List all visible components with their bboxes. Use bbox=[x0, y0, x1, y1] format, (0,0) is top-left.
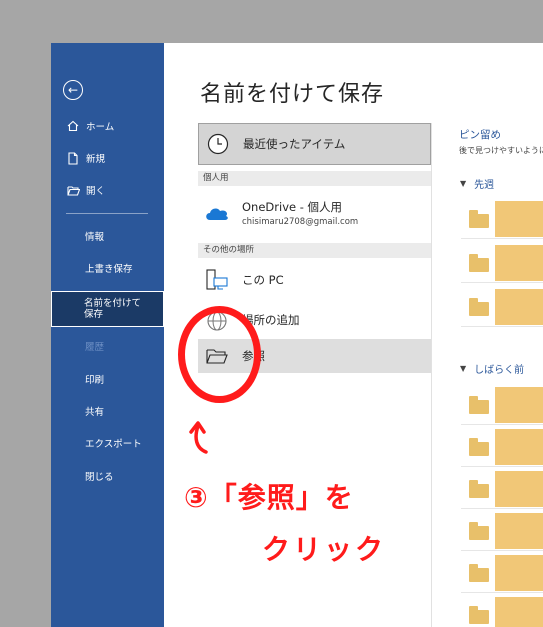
annotation-text-line1: ③「参照」を bbox=[184, 481, 354, 514]
recent-folder-row[interactable] bbox=[461, 469, 543, 509]
folder-name-redacted bbox=[495, 597, 543, 627]
pinned-title: ピン留め bbox=[459, 129, 501, 141]
sidebar-item-history: 履歴 bbox=[51, 335, 164, 357]
cloud-icon bbox=[204, 200, 230, 226]
computer-icon bbox=[204, 267, 230, 293]
sidebar-item-label: 情報 bbox=[85, 232, 105, 243]
sidebar-item-label: 開く bbox=[86, 186, 106, 197]
sidebar-item-label: 新規 bbox=[86, 154, 106, 165]
caret-down-icon: ▼ bbox=[460, 179, 467, 188]
sidebar-item-label: ホーム bbox=[86, 122, 115, 133]
location-label: OneDrive - 個人用 bbox=[242, 200, 343, 214]
folder-icon bbox=[469, 564, 489, 582]
page-title: 名前を付けて保存 bbox=[200, 82, 385, 107]
group-label: 先週 bbox=[474, 180, 495, 191]
location-onedrive[interactable]: OneDrive - 個人用 chisimaru2708@gmail.com bbox=[198, 195, 431, 231]
folder-name-redacted bbox=[495, 201, 543, 237]
recent-folder-row[interactable] bbox=[461, 595, 543, 627]
folder-icon bbox=[469, 438, 489, 456]
folder-name-redacted bbox=[495, 471, 543, 507]
sidebar-item-open[interactable]: 開く bbox=[51, 179, 164, 201]
folder-name-redacted bbox=[495, 289, 543, 325]
account-email: chisimaru2708@gmail.com bbox=[242, 217, 359, 227]
group-label: しばらく前 bbox=[474, 365, 525, 376]
location-recent[interactable]: 最近使ったアイテム bbox=[198, 123, 431, 165]
panel-divider bbox=[431, 123, 432, 627]
location-this-pc[interactable]: この PC bbox=[198, 263, 431, 297]
annotation-text-line2: クリック bbox=[262, 533, 387, 566]
folder-icon bbox=[469, 606, 489, 624]
recent-folder-row[interactable] bbox=[461, 553, 543, 593]
folder-icon bbox=[469, 298, 489, 316]
recent-folder-row[interactable] bbox=[461, 287, 543, 327]
folder-name-redacted bbox=[495, 513, 543, 549]
recent-folder-row[interactable] bbox=[461, 243, 543, 283]
annotation-arrow-icon bbox=[189, 421, 208, 454]
open-folder-icon bbox=[66, 183, 80, 197]
folder-icon bbox=[469, 254, 489, 272]
folder-name-redacted bbox=[495, 245, 543, 281]
folder-name-redacted bbox=[495, 429, 543, 465]
location-label: 最近使ったアイテム bbox=[243, 137, 346, 151]
location-label: この PC bbox=[242, 273, 284, 287]
group-older[interactable]: ▼ しばらく前 bbox=[460, 361, 524, 376]
group-last-week[interactable]: ▼ 先週 bbox=[460, 176, 494, 191]
pinned-subtitle: 後で見つけやすいように bbox=[459, 146, 543, 155]
sidebar-divider bbox=[66, 213, 148, 214]
sidebar-item-label: 印刷 bbox=[85, 375, 105, 386]
annotation-circle bbox=[178, 306, 261, 403]
sidebar-item-label: エクスポート bbox=[85, 439, 142, 450]
folder-icon bbox=[469, 396, 489, 414]
sidebar-item-print[interactable]: 印刷 bbox=[51, 368, 164, 390]
sidebar-item-new[interactable]: 新規 bbox=[51, 147, 164, 169]
backstage-sidebar: ← ホーム 新規 開く 情報 上書き保存 名前を付けて保存 履歴 印刷 共有 エ… bbox=[51, 43, 164, 627]
recent-folder-row[interactable] bbox=[461, 511, 543, 551]
folder-icon bbox=[469, 480, 489, 498]
clock-icon bbox=[205, 131, 231, 157]
recent-folder-row[interactable] bbox=[461, 427, 543, 467]
section-other-places: その他の場所 bbox=[198, 243, 431, 258]
sidebar-item-share[interactable]: 共有 bbox=[51, 400, 164, 422]
sidebar-item-label: 履歴 bbox=[85, 342, 105, 353]
folder-icon bbox=[469, 210, 489, 228]
sidebar-item-label: 共有 bbox=[85, 407, 105, 418]
recent-folder-row[interactable] bbox=[461, 385, 543, 425]
recent-folder-row[interactable] bbox=[461, 199, 543, 239]
sidebar-item-info[interactable]: 情報 bbox=[51, 225, 164, 247]
home-icon bbox=[66, 119, 80, 133]
folder-icon bbox=[469, 522, 489, 540]
sidebar-item-export[interactable]: エクスポート bbox=[51, 432, 164, 454]
back-arrow-icon[interactable]: ← bbox=[63, 80, 83, 100]
sidebar-item-label: 上書き保存 bbox=[85, 264, 133, 275]
folder-name-redacted bbox=[495, 387, 543, 423]
new-document-icon bbox=[66, 151, 80, 165]
section-personal: 個人用 bbox=[198, 171, 431, 186]
sidebar-item-close[interactable]: 閉じる bbox=[51, 465, 164, 487]
pinned-section: ピン留め 後で見つけやすいように bbox=[459, 127, 543, 156]
sidebar-item-label: 閉じる bbox=[85, 472, 114, 483]
caret-down-icon: ▼ bbox=[460, 364, 467, 373]
sidebar-item-home[interactable]: ホーム bbox=[51, 115, 164, 137]
folder-name-redacted bbox=[495, 555, 543, 591]
sidebar-item-save-as[interactable]: 名前を付けて保存 bbox=[51, 291, 164, 327]
sidebar-item-label: 名前を付けて保存 bbox=[84, 297, 142, 320]
sidebar-item-save[interactable]: 上書き保存 bbox=[51, 257, 164, 279]
